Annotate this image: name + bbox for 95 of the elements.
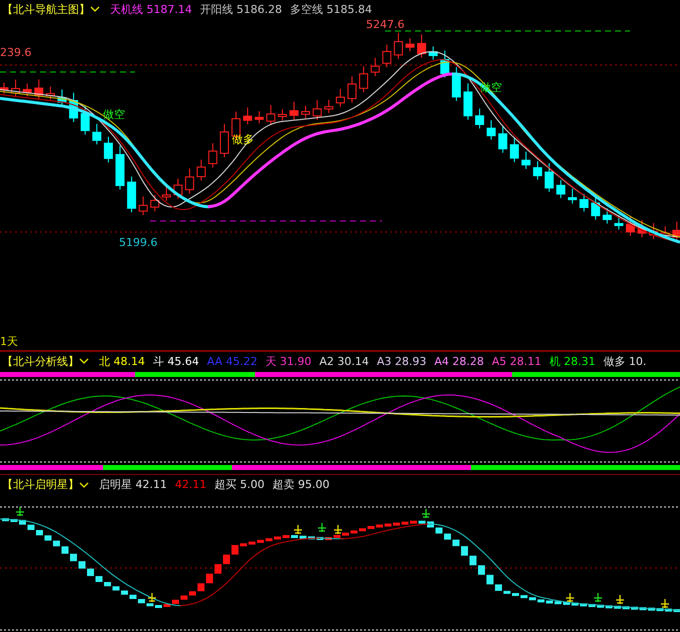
candlestick: [312, 100, 322, 120]
candlestick: [266, 104, 276, 126]
candlestick: [522, 151, 530, 170]
indicator-value: AA 45.22: [207, 354, 258, 368]
marker-icon: [147, 592, 157, 603]
candlestick: [464, 82, 472, 120]
marker-icon: [333, 524, 343, 535]
candlestick: [162, 186, 171, 202]
marker-icon: [615, 594, 625, 605]
candlestick: [254, 110, 264, 124]
candlestick: [208, 142, 218, 168]
candlestick: [185, 168, 194, 194]
candlestick: [92, 123, 102, 145]
marker-icon: [317, 522, 327, 533]
marker-icon: [565, 592, 575, 603]
candlestick: [11, 79, 20, 98]
indicator-value: 天机线 5187.14: [110, 2, 192, 16]
indicator-value: 做多 10.: [603, 354, 646, 368]
marker-icon: [421, 508, 431, 519]
signal-label: 做空: [480, 81, 502, 94]
indicator-value: 北 48.14: [99, 354, 145, 368]
candlestick: [0, 82, 8, 94]
indicator-value: 天 31.90: [265, 354, 312, 368]
candlestick: [475, 108, 484, 129]
candlestick: [417, 34, 426, 58]
panel-title[interactable]: 【北斗导航主图】: [2, 2, 90, 16]
price-label: 5199.6: [119, 236, 158, 249]
candlestick: [359, 66, 368, 93]
indicator-value: A2 30.14: [319, 354, 369, 368]
candlestick: [533, 160, 542, 180]
candlestick: [394, 32, 403, 60]
candlestick: [348, 76, 356, 104]
candlestick: [614, 214, 624, 230]
candlestick: [406, 38, 414, 52]
candlestick: [638, 220, 646, 238]
candlestick: [324, 99, 334, 114]
indicator-value: 42.11: [175, 478, 206, 491]
candlestick: [243, 107, 252, 125]
indicator-value: A5 28.11: [492, 354, 542, 368]
candlestick: [22, 82, 32, 97]
candlestick: [220, 123, 229, 158]
candlestick: [150, 194, 160, 212]
candlestick: [138, 196, 148, 216]
candlestick: [196, 159, 206, 182]
candlestick: [568, 188, 577, 204]
candlestick: [672, 221, 680, 242]
price-label: 239.6: [0, 46, 32, 59]
candlestick: [649, 222, 658, 240]
marker-icon: [15, 506, 25, 517]
candlestick: [382, 44, 392, 68]
candlestick: [544, 162, 554, 192]
candlestick: [428, 46, 438, 60]
panel-title[interactable]: 【北斗分析线】: [2, 354, 79, 368]
candlestick: [370, 57, 380, 77]
candlestick: [301, 105, 310, 119]
indicator-value: 多空线 5185.84: [290, 2, 372, 16]
marker-icon: [293, 524, 303, 535]
indicator-value: 斗 45.64: [153, 354, 199, 368]
candlestick: [626, 216, 635, 236]
price-label: 5247.6: [366, 18, 404, 31]
candlestick: [127, 176, 136, 213]
candlestick: [174, 178, 182, 200]
indicator-value: 启明星 42.11: [99, 477, 167, 492]
period-label: 1天: [0, 335, 18, 348]
candlestick: [278, 108, 287, 122]
candlestick: [440, 50, 450, 78]
candlestick: [336, 88, 345, 108]
candlestick: [290, 101, 298, 120]
candlestick: [602, 208, 612, 224]
signal-label: 做空: [103, 108, 125, 121]
indicator-value: 开阳线 5186.28: [200, 2, 282, 16]
indicator-value: 超买 5.00: [214, 477, 264, 492]
candlestick: [580, 193, 588, 212]
candlestick: [452, 66, 461, 102]
candlestick: [46, 86, 55, 100]
chevron-down-icon[interactable]: [90, 5, 100, 13]
candlestick: [498, 125, 508, 154]
indicator-value: 机 28.31: [549, 354, 596, 368]
marker-icon: [660, 598, 670, 609]
indicator-value: A3 28.93: [376, 354, 426, 368]
marker-icon: [593, 592, 603, 603]
indicator-value: 超卖 95.00: [272, 477, 330, 492]
candlestick: [116, 145, 124, 190]
candlestick: [556, 180, 566, 199]
candlestick: [58, 89, 66, 107]
candlestick: [34, 78, 44, 100]
chevron-down-icon[interactable]: [79, 357, 89, 365]
panel-title[interactable]: 【北斗启明星】: [2, 477, 79, 492]
candlestick: [510, 137, 519, 163]
chevron-down-icon[interactable]: [79, 480, 89, 488]
candlestick: [69, 92, 78, 122]
candlestick: [486, 120, 496, 140]
candlestick: [80, 106, 90, 136]
candlestick: [104, 136, 113, 163]
indicator-value: A4 28.28: [434, 354, 484, 368]
